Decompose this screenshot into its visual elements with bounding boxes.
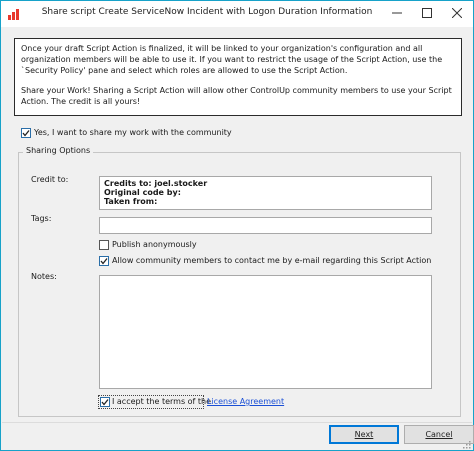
allow-contact-label[interactable]: Allow community members to contact me by… [112,256,431,265]
info-paragraph-usage: Once your draft Script Action is finaliz… [21,44,443,75]
maximize-icon [422,8,432,18]
resize-grip-icon[interactable] [461,439,471,449]
publish-anonymously-label[interactable]: Publish anonymously [112,240,197,249]
credit-line-source: Taken from: [104,197,158,206]
publish-anonymously-checkbox[interactable] [99,240,109,250]
window-title: Share script Create ServiceNow Incident … [41,7,373,17]
close-icon [452,8,462,18]
share-script-dialog: Share script Create ServiceNow Incident … [0,0,474,451]
accept-terms-checkbox[interactable] [100,397,110,407]
allow-contact-checkbox[interactable] [99,256,109,266]
checkmark-icon [100,258,108,265]
accept-terms-label[interactable]: I accept the terms of the [112,397,211,406]
minimize-icon [392,12,402,14]
maximize-button[interactable] [412,1,442,25]
footer-divider [2,422,472,423]
minimize-button[interactable] [382,1,412,25]
license-agreement-link[interactable]: License Agreement [207,397,284,406]
checkmark-icon [101,399,109,406]
title-bar: Share script Create ServiceNow Incident … [1,1,473,27]
checkmark-icon [22,130,30,137]
info-paragraph-share: Share your Work! Sharing a Script Action… [21,86,452,106]
info-message: Once your draft Script Action is finaliz… [14,38,462,116]
credit-field[interactable]: Credits to: joel.stocker Original code b… [99,176,432,210]
sharing-options-title: Sharing Options [23,146,94,155]
credit-line-author: Credits to: joel.stocker [104,179,208,188]
credit-label: Credit to: [31,175,69,184]
share-checkbox-label[interactable]: Yes, I want to share my work with the co… [34,128,232,137]
share-checkbox[interactable] [21,128,31,138]
notes-textarea[interactable] [99,275,432,389]
controlup-logo-icon [8,8,22,20]
close-button[interactable] [442,1,472,25]
credit-line-original: Original code by: [104,188,181,197]
tags-input[interactable] [99,217,432,234]
notes-label: Notes: [31,272,57,281]
next-button[interactable]: Next [329,425,399,444]
tags-label: Tags: [31,214,52,223]
